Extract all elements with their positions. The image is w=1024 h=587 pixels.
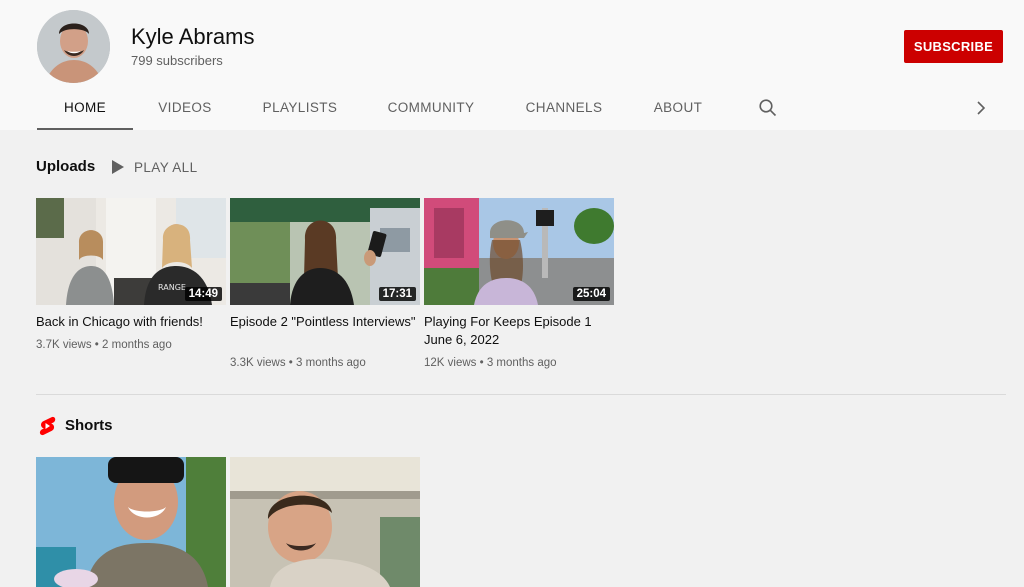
channel-avatar[interactable]: [37, 10, 110, 83]
short-thumbnail-image: [36, 457, 226, 587]
video-age: 3 months ago: [296, 357, 366, 369]
video-views: 3.7K views: [36, 339, 92, 351]
tab-home[interactable]: HOME: [37, 92, 133, 130]
video-thumbnail[interactable]: 25:04: [424, 198, 614, 305]
video-title[interactable]: Back in Chicago with friends!: [36, 313, 226, 331]
video-meta: 12K views • 3 months ago: [424, 357, 557, 369]
svg-text:RANGE: RANGE: [158, 283, 186, 292]
search-icon[interactable]: [758, 98, 778, 118]
channel-tabs: HOME VIDEOS PLAYLISTS COMMUNITY CHANNELS…: [0, 92, 1024, 130]
short-thumbnail-image: [230, 457, 420, 587]
uploads-title[interactable]: Uploads: [36, 158, 95, 175]
play-icon: [112, 160, 124, 174]
channel-name: Kyle Abrams: [131, 24, 255, 49]
video-duration: 17:31: [378, 287, 416, 301]
tab-channels[interactable]: CHANNELS: [521, 92, 607, 130]
chevron-right-icon[interactable]: [972, 98, 990, 118]
short-thumbnail[interactable]: [230, 457, 420, 587]
video-title[interactable]: Playing For Keeps Episode 1 June 6, 2022: [424, 313, 614, 349]
play-all-label: PLAY ALL: [134, 159, 198, 175]
subscribe-button[interactable]: SUBSCRIBE: [904, 30, 1003, 63]
play-all-button[interactable]: PLAY ALL: [112, 157, 198, 177]
channel-header: Kyle Abrams 799 subscribers SUBSCRIBE HO…: [0, 0, 1024, 130]
shorts-title[interactable]: Shorts: [65, 417, 113, 434]
video-duration: 14:49: [184, 287, 222, 301]
video-views: 3.3K views: [230, 357, 286, 369]
video-duration: 25:04: [572, 287, 610, 301]
video-age: 2 months ago: [102, 339, 172, 351]
tab-playlists[interactable]: PLAYLISTS: [258, 92, 342, 130]
subscriber-count: 799 subscribers: [131, 53, 223, 68]
video-views: 12K views: [424, 357, 477, 369]
tab-about[interactable]: ABOUT: [648, 92, 708, 130]
tab-community[interactable]: COMMUNITY: [383, 92, 479, 130]
short-thumbnail[interactable]: [36, 457, 226, 587]
video-title[interactable]: Episode 2 "Pointless Interviews": [230, 313, 420, 331]
video-thumbnail[interactable]: RANGE 14:49: [36, 198, 226, 305]
video-thumbnail[interactable]: 17:31: [230, 198, 420, 305]
section-divider: [36, 394, 1006, 395]
shorts-icon: [38, 416, 56, 436]
tab-videos[interactable]: VIDEOS: [152, 92, 218, 130]
video-age: 3 months ago: [486, 357, 557, 369]
video-meta: 3.7K views • 2 months ago: [36, 339, 172, 351]
video-meta: 3.3K views • 3 months ago: [230, 357, 366, 369]
